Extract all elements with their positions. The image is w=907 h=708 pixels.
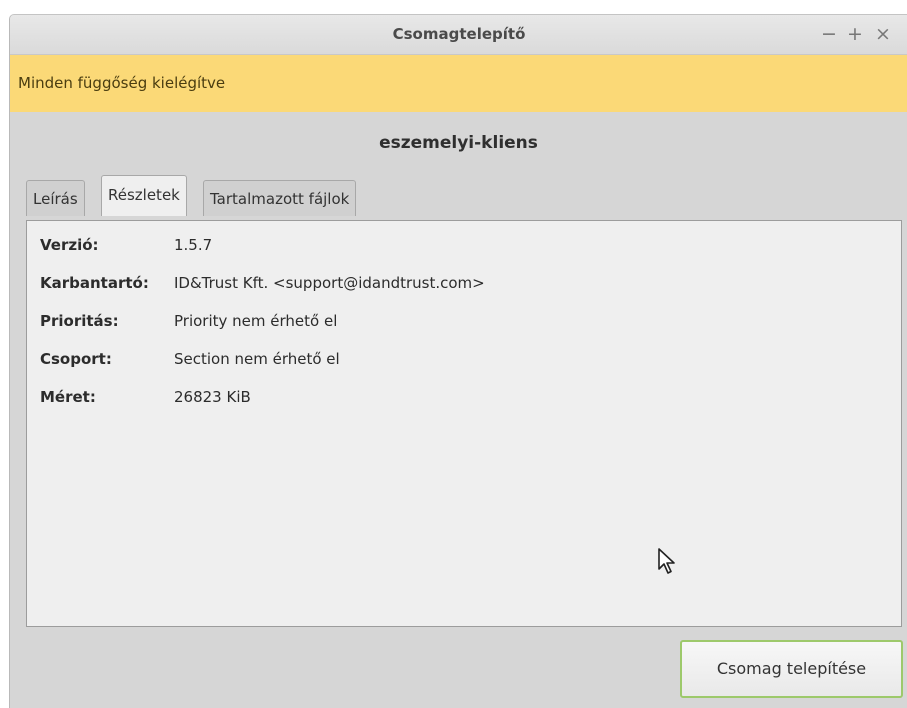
detail-label: Verzió: bbox=[40, 236, 99, 254]
detail-value: 26823 KiB bbox=[174, 388, 251, 406]
package-installer-window: Csomagtelepítő − + × Minden függőség kie… bbox=[9, 14, 907, 708]
title-bar[interactable]: Csomagtelepítő − + × bbox=[10, 15, 907, 55]
maximize-button[interactable]: + bbox=[842, 21, 868, 47]
window-title: Csomagtelepítő bbox=[392, 25, 526, 43]
detail-value: ID&Trust Kft. <support@idandtrust.com> bbox=[174, 274, 485, 292]
install-package-button[interactable]: Csomag telepítése bbox=[680, 640, 903, 698]
minimize-button[interactable]: − bbox=[816, 21, 842, 47]
details-panel: Verzió: 1.5.7 Karbantartó: ID&Trust Kft.… bbox=[26, 220, 902, 627]
detail-label: Csoport: bbox=[40, 350, 112, 368]
detail-value: 1.5.7 bbox=[174, 236, 213, 254]
tab-details[interactable]: Részletek bbox=[101, 175, 187, 216]
detail-label: Méret: bbox=[40, 388, 96, 406]
tab-included-files[interactable]: Tartalmazott fájlok bbox=[203, 180, 357, 216]
dependency-status-message: Minden függőség kielégítve bbox=[18, 74, 226, 92]
package-name-heading: eszemelyi-kliens bbox=[379, 133, 538, 153]
detail-value: Priority nem érhető el bbox=[174, 312, 338, 330]
mouse-pointer-icon bbox=[657, 547, 677, 579]
tab-description[interactable]: Leírás bbox=[26, 180, 85, 216]
close-button[interactable]: × bbox=[870, 21, 896, 47]
detail-label: Karbantartó: bbox=[40, 274, 149, 292]
dependency-status-infobar: Minden függőség kielégítve bbox=[10, 55, 907, 112]
detail-value: Section nem érhető el bbox=[174, 350, 340, 368]
detail-label: Prioritás: bbox=[40, 312, 119, 330]
